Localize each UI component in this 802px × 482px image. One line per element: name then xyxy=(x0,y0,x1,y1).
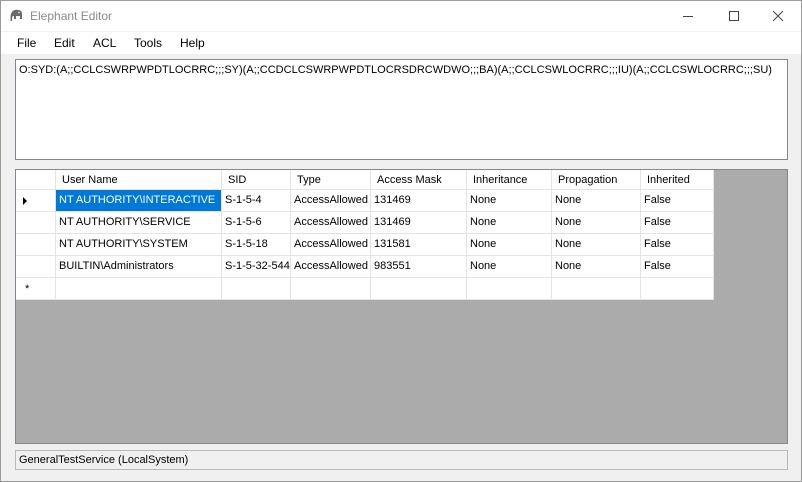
menu-edit[interactable]: Edit xyxy=(54,36,75,50)
table-cell[interactable]: NT AUTHORITY\SERVICE xyxy=(56,212,222,234)
minimize-icon xyxy=(683,16,693,17)
sddl-textbox[interactable]: O:SYD:(A;;CCLCSWRPWPDTLOCRRC;;;SY)(A;;CC… xyxy=(15,59,788,160)
table-cell[interactable]: False xyxy=(641,190,714,212)
table-cell[interactable]: NT AUTHORITY\SYSTEM xyxy=(56,234,222,256)
column-header-propagation[interactable]: Propagation xyxy=(552,170,641,190)
window-title: Elephant Editor xyxy=(30,9,113,23)
new-row-cell[interactable] xyxy=(56,278,222,300)
table-cell[interactable]: None xyxy=(552,190,641,212)
table-cell[interactable]: None xyxy=(467,212,552,234)
minimize-button[interactable] xyxy=(665,1,711,31)
row-header[interactable] xyxy=(16,212,56,234)
title-bar[interactable]: Elephant Editor xyxy=(1,1,801,31)
maximize-button[interactable] xyxy=(711,1,757,31)
column-header-user-name[interactable]: User Name xyxy=(56,170,222,190)
new-row-cell[interactable] xyxy=(291,278,371,300)
menu-file[interactable]: File xyxy=(17,36,36,50)
new-row-cell[interactable] xyxy=(222,278,291,300)
menu-help[interactable]: Help xyxy=(180,36,205,50)
row-header[interactable] xyxy=(16,234,56,256)
menu-tools[interactable]: Tools xyxy=(134,36,162,50)
app-window: Elephant Editor File Edit ACL Tools Help… xyxy=(0,0,802,482)
table-cell[interactable]: AccessAllowed xyxy=(291,212,371,234)
close-icon xyxy=(772,10,784,22)
new-row-cell[interactable] xyxy=(467,278,552,300)
table-cell[interactable]: AccessAllowed xyxy=(291,234,371,256)
acl-grid[interactable]: User Name SID Type Access Mask Inheritan… xyxy=(15,169,788,444)
table-cell[interactable]: 131581 xyxy=(371,234,467,256)
row-pointer-icon xyxy=(23,197,27,205)
table-cell[interactable]: None xyxy=(467,234,552,256)
table-cell[interactable]: S-1-5-18 xyxy=(222,234,291,256)
table-cell[interactable]: S-1-5-4 xyxy=(222,190,291,212)
table-cell[interactable]: 131469 xyxy=(371,212,467,234)
elephant-icon xyxy=(9,8,25,24)
column-header-inherited[interactable]: Inherited xyxy=(641,170,714,190)
table-cell[interactable]: False xyxy=(641,212,714,234)
new-row-cell[interactable] xyxy=(552,278,641,300)
table-cell[interactable]: NT AUTHORITY\INTERACTIVE xyxy=(56,190,222,212)
table-cell[interactable]: None xyxy=(552,234,641,256)
table-cell[interactable]: AccessAllowed xyxy=(291,190,371,212)
column-header-access-mask[interactable]: Access Mask xyxy=(371,170,467,190)
status-text: GeneralTestService (LocalSystem) xyxy=(19,454,189,466)
table-cell[interactable]: None xyxy=(467,256,552,278)
column-header-sid[interactable]: SID xyxy=(222,170,291,190)
table-cell[interactable]: S-1-5-6 xyxy=(222,212,291,234)
table-cell[interactable]: None xyxy=(467,190,552,212)
row-header[interactable] xyxy=(16,256,56,278)
menu-bar: File Edit ACL Tools Help xyxy=(1,32,801,54)
table-cell[interactable]: False xyxy=(641,234,714,256)
grid-corner-header[interactable] xyxy=(16,170,56,190)
table-cell[interactable]: BUILTIN\Administrators xyxy=(56,256,222,278)
maximize-icon xyxy=(729,11,739,21)
table-cell[interactable]: 131469 xyxy=(371,190,467,212)
close-button[interactable] xyxy=(755,1,801,31)
column-header-inheritance[interactable]: Inheritance xyxy=(467,170,552,190)
status-bar: GeneralTestService (LocalSystem) xyxy=(15,450,788,470)
table-cell[interactable]: S-1-5-32-544 xyxy=(222,256,291,278)
new-row-marker: * xyxy=(25,283,30,295)
table-cell[interactable]: False xyxy=(641,256,714,278)
column-header-type[interactable]: Type xyxy=(291,170,371,190)
table-cell[interactable]: None xyxy=(552,256,641,278)
table-cell[interactable]: AccessAllowed xyxy=(291,256,371,278)
table-cell[interactable]: None xyxy=(552,212,641,234)
row-header[interactable] xyxy=(16,190,56,212)
new-row-header[interactable]: * xyxy=(16,278,56,300)
sddl-string: O:SYD:(A;;CCLCSWRPWPDTLOCRRC;;;SY)(A;;CC… xyxy=(19,64,772,76)
new-row-cell[interactable] xyxy=(371,278,467,300)
table-cell[interactable]: 983551 xyxy=(371,256,467,278)
menu-acl[interactable]: ACL xyxy=(93,36,116,50)
new-row-cell[interactable] xyxy=(641,278,714,300)
